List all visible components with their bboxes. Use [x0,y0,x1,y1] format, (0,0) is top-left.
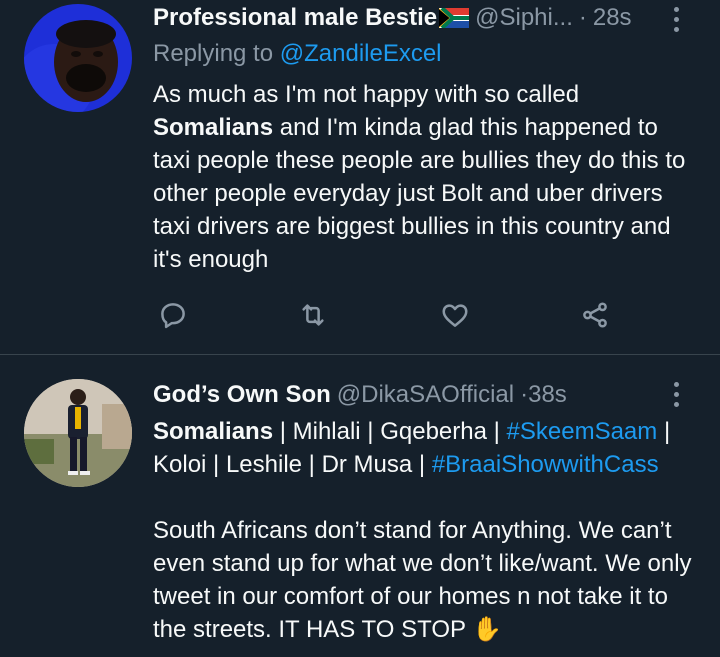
bold-keyword: Somalians [153,418,274,445]
replying-to: Replying to @ZandileExcel [153,40,442,67]
tweet-text: Somalians | Mihlali | Gqeberha | #SkeemS… [153,418,692,643]
share-icon[interactable] [575,295,615,335]
tweet-actions [153,295,633,335]
south-africa-flag-icon [439,8,470,28]
raised-hand-emoji: ✋ [472,616,503,643]
reply-icon[interactable] [153,295,193,335]
retweet-icon[interactable] [293,295,333,335]
avatar[interactable] [24,379,132,487]
tweet-text: As much as I'm not happy with so called … [153,81,686,273]
display-name[interactable]: God’s Own Son [153,381,331,409]
avatar[interactable] [24,4,132,112]
more-options-icon[interactable] [664,379,688,409]
display-name[interactable]: Professional male Bestie [153,4,437,32]
hashtag-link[interactable]: #SkeemSaam [507,418,658,445]
like-icon[interactable] [435,295,475,335]
handle[interactable]: @DikaSAOfficial [337,381,514,409]
tweet[interactable]: Professional male Bestie @Siphi... · 28s… [0,0,720,354]
handle[interactable]: @Siphi... [475,4,573,32]
hashtag-link[interactable]: #BraaiShowwithCass [432,451,659,478]
tweet[interactable]: God’s Own Son @DikaSAOfficial · 38s Soma… [0,355,720,657]
separator-dot: · [578,4,587,31]
timestamp[interactable]: 38s [528,381,567,409]
separator-dot: · [520,381,529,408]
more-options-icon[interactable] [664,4,688,34]
bold-keyword: Somalians [153,114,274,141]
replying-to-link[interactable]: @ZandileExcel [280,40,442,67]
timestamp[interactable]: 28s [593,4,632,32]
